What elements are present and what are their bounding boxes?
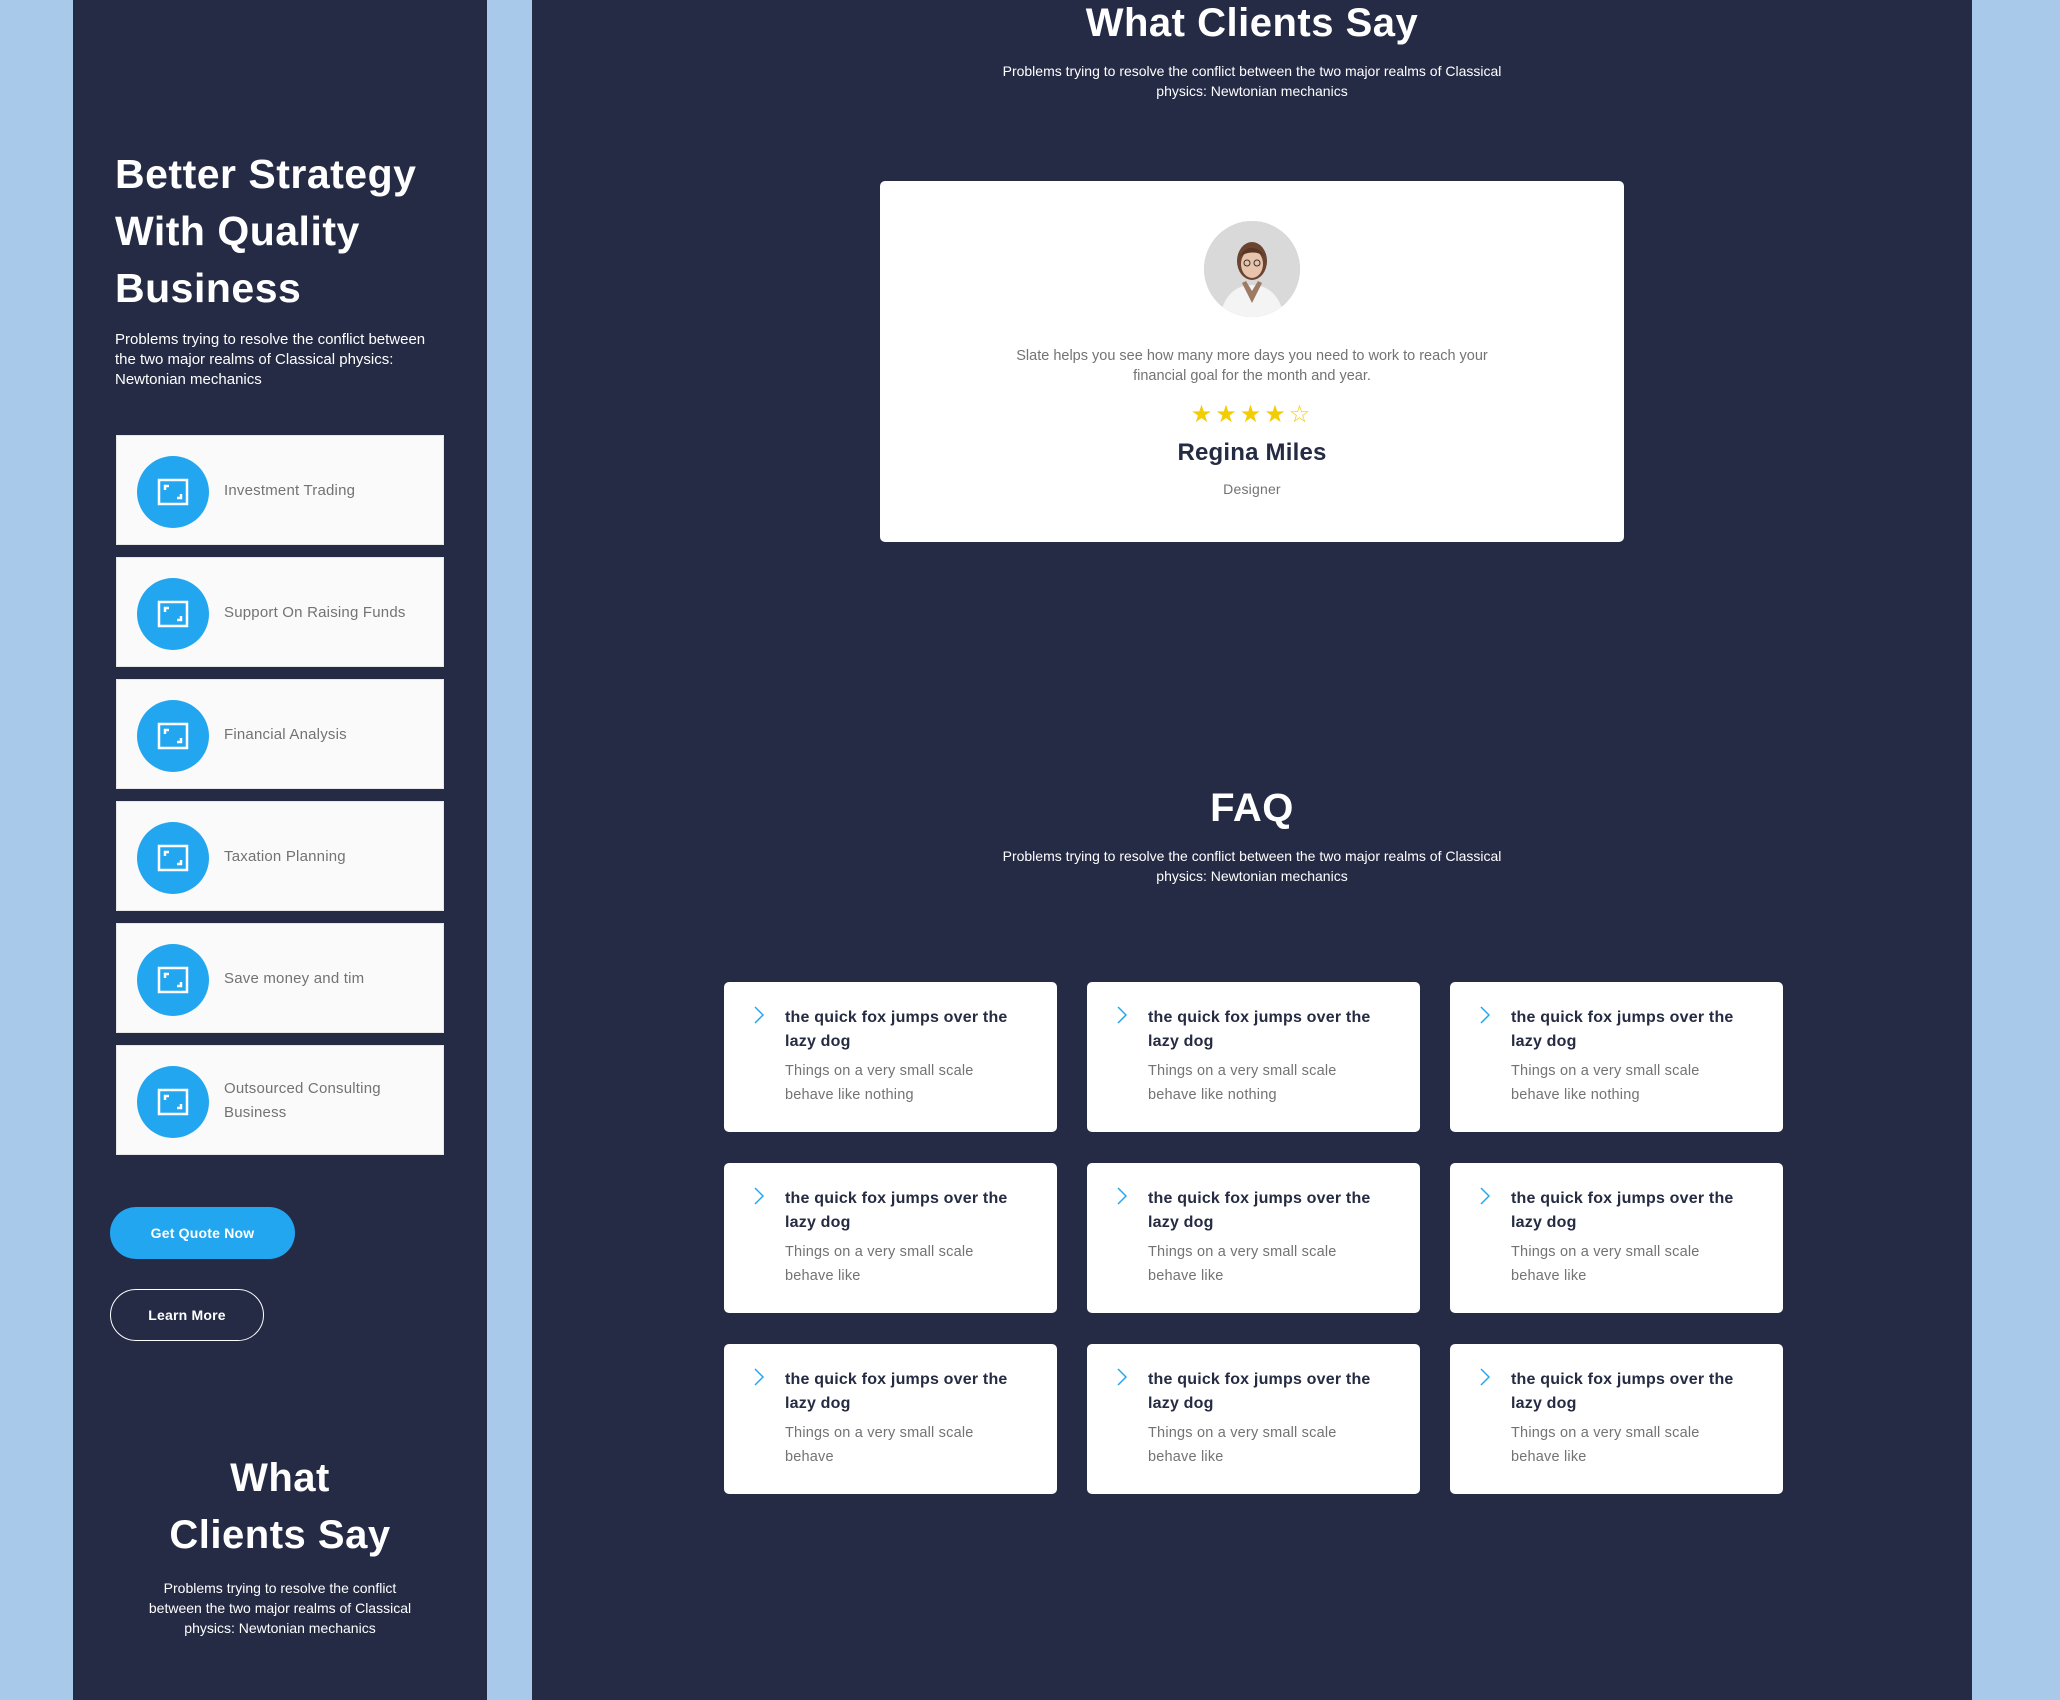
- service-card-raising-funds[interactable]: Support On Raising Funds: [116, 557, 444, 667]
- get-quote-button[interactable]: Get Quote Now: [110, 1207, 295, 1259]
- faq-item[interactable]: the quick fox jumps over the lazy dog Th…: [1450, 982, 1783, 1132]
- faq-item[interactable]: the quick fox jumps over the lazy dog Th…: [724, 1163, 1057, 1313]
- faq-item[interactable]: the quick fox jumps over the lazy dog Th…: [1087, 1344, 1420, 1494]
- faq-item[interactable]: the quick fox jumps over the lazy dog Th…: [1450, 1163, 1783, 1313]
- hero-title: Better Strategy With Quality Business: [115, 151, 417, 311]
- faq-question: the quick fox jumps over the lazy dog: [785, 1009, 1008, 1050]
- service-label: Taxation Planning: [224, 848, 346, 865]
- faq-answer: Things on a very small scale behave like: [1511, 1244, 1700, 1284]
- left-panel: Better Strategy With Quality Business Pr…: [73, 0, 487, 1700]
- faq-question: the quick fox jumps over the lazy dog: [1148, 1009, 1371, 1050]
- faq-item[interactable]: the quick fox jumps over the lazy dog Th…: [1087, 1163, 1420, 1313]
- star-filled-icon: ★: [1190, 401, 1216, 428]
- faq-description: Problems trying to resolve the conflict …: [1002, 848, 1502, 884]
- testimonial-quote: Slate helps you see how many more days y…: [1016, 348, 1488, 384]
- faq-title: FAQ: [1210, 786, 1294, 830]
- left-clients-title: What Clients Say: [73, 1450, 487, 1564]
- service-card-taxation-planning[interactable]: Taxation Planning: [116, 801, 444, 911]
- faq-question: the quick fox jumps over the lazy dog: [1511, 1190, 1734, 1231]
- service-card-save-money[interactable]: Save money and tim: [116, 923, 444, 1033]
- chevron-right-icon: [1117, 1368, 1127, 1386]
- faq-answer: Things on a very small scale behave like…: [1148, 1063, 1337, 1103]
- star-filled-icon: ★: [1215, 401, 1240, 428]
- image-icon: [137, 822, 209, 894]
- right-panel: What Clients Say Problems trying to reso…: [532, 0, 1972, 1700]
- service-card-investment-trading[interactable]: Investment Trading: [116, 435, 444, 545]
- service-card-outsourced-consulting[interactable]: Outsourced Consulting Business: [116, 1045, 444, 1155]
- chevron-right-icon: [754, 1368, 764, 1386]
- star-filled-icon: ★: [1264, 401, 1289, 428]
- faq-item[interactable]: the quick fox jumps over the lazy dog Th…: [1087, 982, 1420, 1132]
- learn-more-button[interactable]: Learn More: [110, 1289, 264, 1341]
- image-icon: [137, 700, 209, 772]
- star-filled-icon: ★: [1239, 401, 1265, 428]
- faq-item[interactable]: the quick fox jumps over the lazy dog Th…: [724, 982, 1057, 1132]
- avatar: [1204, 221, 1300, 317]
- hero-description: Problems trying to resolve the conflict …: [115, 331, 426, 388]
- service-label: Save money and tim: [224, 970, 365, 987]
- chevron-right-icon: [1480, 1006, 1490, 1024]
- rating-stars: ★★★★☆: [880, 400, 1624, 429]
- chevron-right-icon: [1480, 1187, 1490, 1205]
- star-outline-icon: ☆: [1288, 401, 1314, 428]
- left-clients-title-text: What Clients Say: [169, 1456, 391, 1557]
- service-label: Outsourced Consulting Business: [224, 1080, 381, 1121]
- faq-question: the quick fox jumps over the lazy dog: [1511, 1009, 1734, 1050]
- chevron-right-icon: [1117, 1187, 1127, 1205]
- faq-question: the quick fox jumps over the lazy dog: [1511, 1371, 1734, 1412]
- faq-answer: Things on a very small scale behave like…: [1511, 1063, 1700, 1103]
- image-icon: [137, 1066, 209, 1138]
- image-icon: [137, 944, 209, 1016]
- faq-question: the quick fox jumps over the lazy dog: [785, 1190, 1008, 1231]
- image-icon: [137, 578, 209, 650]
- chevron-right-icon: [1480, 1368, 1490, 1386]
- service-label: Investment Trading: [224, 482, 356, 499]
- faq-answer: Things on a very small scale behave like: [1148, 1425, 1337, 1465]
- faq-item[interactable]: the quick fox jumps over the lazy dog Th…: [724, 1344, 1057, 1494]
- testimonial-name: Regina Miles: [1177, 439, 1327, 466]
- testimonials-description: Problems trying to resolve the conflict …: [1002, 63, 1502, 99]
- testimonials-title: What Clients Say: [1085, 1, 1419, 45]
- chevron-right-icon: [754, 1006, 764, 1024]
- faq-answer: Things on a very small scale behave like…: [785, 1063, 974, 1103]
- faq-question: the quick fox jumps over the lazy dog: [1148, 1371, 1371, 1412]
- faq-answer: Things on a very small scale behave like: [1148, 1244, 1337, 1284]
- service-card-financial-analysis[interactable]: Financial Analysis: [116, 679, 444, 789]
- faq-question: the quick fox jumps over the lazy dog: [1148, 1190, 1371, 1231]
- image-icon: [137, 456, 209, 528]
- faq-answer: Things on a very small scale behave: [785, 1425, 974, 1465]
- faq-question: the quick fox jumps over the lazy dog: [785, 1371, 1008, 1412]
- testimonial-role: Designer: [1223, 481, 1281, 497]
- chevron-right-icon: [1117, 1006, 1127, 1024]
- chevron-right-icon: [754, 1187, 764, 1205]
- testimonial-card: Slate helps you see how many more days y…: [880, 181, 1624, 542]
- faq-answer: Things on a very small scale behave like: [1511, 1425, 1700, 1465]
- service-label: Financial Analysis: [224, 726, 347, 743]
- faq-answer: Things on a very small scale behave like: [785, 1244, 974, 1284]
- service-label: Support On Raising Funds: [224, 604, 406, 621]
- faq-item[interactable]: the quick fox jumps over the lazy dog Th…: [1450, 1344, 1783, 1494]
- left-clients-description: Problems trying to resolve the conflict …: [148, 1580, 412, 1636]
